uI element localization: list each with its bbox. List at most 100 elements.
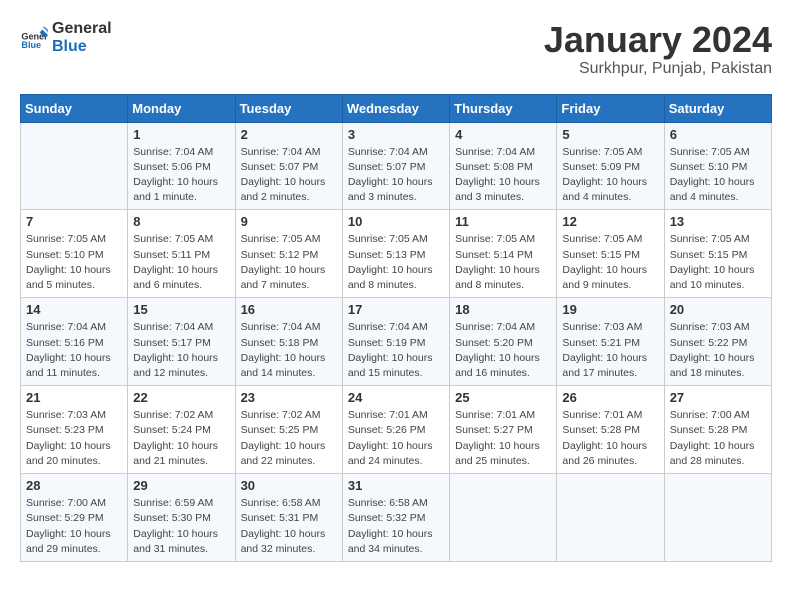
day-number: 26: [562, 390, 658, 405]
day-info: Sunrise: 7:04 AMSunset: 5:16 PMDaylight:…: [26, 320, 122, 381]
day-number: 30: [241, 478, 337, 493]
day-info: Sunrise: 7:03 AMSunset: 5:22 PMDaylight:…: [670, 320, 766, 381]
day-info: Sunrise: 7:04 AMSunset: 5:08 PMDaylight:…: [455, 145, 551, 206]
day-number: 19: [562, 302, 658, 317]
calendar-cell: 29Sunrise: 6:59 AMSunset: 5:30 PMDayligh…: [128, 474, 235, 562]
calendar-cell: 23 Sunrise: 7:02 AMSunset: 5:25 PMDayligh…: [235, 386, 342, 474]
calendar-cell: 6 Sunrise: 7:05 AMSunset: 5:10 PMDaylight…: [664, 122, 771, 210]
calendar-week-5: 28Sunrise: 7:00 AMSunset: 5:29 PMDayligh…: [21, 474, 772, 562]
day-info: Sunrise: 7:05 AMSunset: 5:10 PMDaylight:…: [26, 232, 122, 293]
day-number: 5: [562, 127, 658, 142]
calendar-week-2: 7 Sunrise: 7:05 AMSunset: 5:10 PMDaylight…: [21, 210, 772, 298]
logo-blue-text: Blue: [52, 38, 112, 56]
svg-text:Blue: Blue: [21, 39, 41, 49]
calendar-table: SundayMondayTuesdayWednesdayThursdayFrid…: [20, 94, 772, 562]
day-info: Sunrise: 7:05 AMSunset: 5:09 PMDaylight:…: [562, 145, 658, 206]
day-number: 28: [26, 478, 122, 493]
day-number: 3: [348, 127, 444, 142]
day-number: 22: [133, 390, 229, 405]
day-info: Sunrise: 7:00 AMSunset: 5:28 PMDaylight:…: [670, 408, 766, 469]
calendar-cell: 17Sunrise: 7:04 AMSunset: 5:19 PMDayligh…: [342, 298, 449, 386]
day-info: Sunrise: 7:05 AMSunset: 5:15 PMDaylight:…: [562, 232, 658, 293]
header-day-wednesday: Wednesday: [342, 94, 449, 122]
day-number: 12: [562, 214, 658, 229]
header-day-saturday: Saturday: [664, 94, 771, 122]
day-info: Sunrise: 7:03 AMSunset: 5:21 PMDaylight:…: [562, 320, 658, 381]
day-info: Sunrise: 7:02 AMSunset: 5:25 PMDaylight:…: [241, 408, 337, 469]
day-number: 25: [455, 390, 551, 405]
calendar-cell: [450, 474, 557, 562]
day-info: Sunrise: 7:04 AMSunset: 5:06 PMDaylight:…: [133, 145, 229, 206]
calendar-cell: 4 Sunrise: 7:04 AMSunset: 5:08 PMDaylight…: [450, 122, 557, 210]
day-number: 11: [455, 214, 551, 229]
calendar-cell: 3 Sunrise: 7:04 AMSunset: 5:07 PMDaylight…: [342, 122, 449, 210]
day-number: 8: [133, 214, 229, 229]
day-number: 9: [241, 214, 337, 229]
day-info: Sunrise: 7:04 AMSunset: 5:07 PMDaylight:…: [241, 145, 337, 206]
day-info: Sunrise: 7:04 AMSunset: 5:18 PMDaylight:…: [241, 320, 337, 381]
calendar-cell: 2 Sunrise: 7:04 AMSunset: 5:07 PMDaylight…: [235, 122, 342, 210]
title-section: January 2024 Surkhpur, Punjab, Pakistan: [544, 20, 772, 78]
calendar-week-4: 21 Sunrise: 7:03 AMSunset: 5:23 PMDayligh…: [21, 386, 772, 474]
logo-general-text: General: [52, 20, 112, 38]
day-info: Sunrise: 7:01 AMSunset: 5:28 PMDaylight:…: [562, 408, 658, 469]
header-row: SundayMondayTuesdayWednesdayThursdayFrid…: [21, 94, 772, 122]
day-info: Sunrise: 7:04 AMSunset: 5:20 PMDaylight:…: [455, 320, 551, 381]
day-number: 2: [241, 127, 337, 142]
calendar-cell: 20 Sunrise: 7:03 AMSunset: 5:22 PMDayligh…: [664, 298, 771, 386]
logo-icon: General Blue: [20, 24, 48, 52]
day-number: 20: [670, 302, 766, 317]
page-header: General Blue General Blue January 2024 S…: [20, 20, 772, 78]
day-number: 7: [26, 214, 122, 229]
day-number: 18: [455, 302, 551, 317]
day-info: Sunrise: 6:58 AMSunset: 5:31 PMDaylight:…: [241, 496, 337, 557]
calendar-cell: 8 Sunrise: 7:05 AMSunset: 5:11 PMDaylight…: [128, 210, 235, 298]
calendar-cell: 30 Sunrise: 6:58 AMSunset: 5:31 PMDayligh…: [235, 474, 342, 562]
calendar-cell: 22 Sunrise: 7:02 AMSunset: 5:24 PMDayligh…: [128, 386, 235, 474]
day-number: 24: [348, 390, 444, 405]
calendar-cell: 12 Sunrise: 7:05 AMSunset: 5:15 PMDayligh…: [557, 210, 664, 298]
day-info: Sunrise: 7:01 AMSunset: 5:27 PMDaylight:…: [455, 408, 551, 469]
calendar-cell: 1 Sunrise: 7:04 AMSunset: 5:06 PMDaylight…: [128, 122, 235, 210]
calendar-header: SundayMondayTuesdayWednesdayThursdayFrid…: [21, 94, 772, 122]
day-number: 6: [670, 127, 766, 142]
logo: General Blue General Blue: [20, 20, 112, 55]
day-number: 14: [26, 302, 122, 317]
day-info: Sunrise: 7:03 AMSunset: 5:23 PMDaylight:…: [26, 408, 122, 469]
day-number: 13: [670, 214, 766, 229]
calendar-cell: 7 Sunrise: 7:05 AMSunset: 5:10 PMDaylight…: [21, 210, 128, 298]
day-info: Sunrise: 7:05 AMSunset: 5:10 PMDaylight:…: [670, 145, 766, 206]
day-number: 23: [241, 390, 337, 405]
day-info: Sunrise: 7:05 AMSunset: 5:14 PMDaylight:…: [455, 232, 551, 293]
calendar-cell: 21 Sunrise: 7:03 AMSunset: 5:23 PMDayligh…: [21, 386, 128, 474]
header-day-thursday: Thursday: [450, 94, 557, 122]
calendar-cell: 18 Sunrise: 7:04 AMSunset: 5:20 PMDayligh…: [450, 298, 557, 386]
day-info: Sunrise: 7:01 AMSunset: 5:26 PMDaylight:…: [348, 408, 444, 469]
calendar-cell: 31Sunrise: 6:58 AMSunset: 5:32 PMDayligh…: [342, 474, 449, 562]
calendar-cell: 16 Sunrise: 7:04 AMSunset: 5:18 PMDayligh…: [235, 298, 342, 386]
day-info: Sunrise: 7:05 AMSunset: 5:13 PMDaylight:…: [348, 232, 444, 293]
day-info: Sunrise: 6:59 AMSunset: 5:30 PMDaylight:…: [133, 496, 229, 557]
calendar-cell: 24 Sunrise: 7:01 AMSunset: 5:26 PMDayligh…: [342, 386, 449, 474]
calendar-cell: 10 Sunrise: 7:05 AMSunset: 5:13 PMDayligh…: [342, 210, 449, 298]
day-number: 21: [26, 390, 122, 405]
day-info: Sunrise: 7:05 AMSunset: 5:11 PMDaylight:…: [133, 232, 229, 293]
day-info: Sunrise: 7:04 AMSunset: 5:17 PMDaylight:…: [133, 320, 229, 381]
calendar-cell: [557, 474, 664, 562]
day-number: 1: [133, 127, 229, 142]
calendar-title: January 2024: [544, 20, 772, 60]
calendar-cell: [664, 474, 771, 562]
calendar-week-3: 14 Sunrise: 7:04 AMSunset: 5:16 PMDayligh…: [21, 298, 772, 386]
calendar-body: 1 Sunrise: 7:04 AMSunset: 5:06 PMDaylight…: [21, 122, 772, 561]
calendar-cell: 25 Sunrise: 7:01 AMSunset: 5:27 PMDayligh…: [450, 386, 557, 474]
day-number: 16: [241, 302, 337, 317]
calendar-cell: 5 Sunrise: 7:05 AMSunset: 5:09 PMDaylight…: [557, 122, 664, 210]
calendar-cell: [21, 122, 128, 210]
day-number: 10: [348, 214, 444, 229]
day-number: 4: [455, 127, 551, 142]
calendar-cell: 19 Sunrise: 7:03 AMSunset: 5:21 PMDayligh…: [557, 298, 664, 386]
day-info: Sunrise: 7:02 AMSunset: 5:24 PMDaylight:…: [133, 408, 229, 469]
day-number: 15: [133, 302, 229, 317]
day-info: Sunrise: 7:04 AMSunset: 5:07 PMDaylight:…: [348, 145, 444, 206]
day-info: Sunrise: 7:04 AMSunset: 5:19 PMDaylight:…: [348, 320, 444, 381]
